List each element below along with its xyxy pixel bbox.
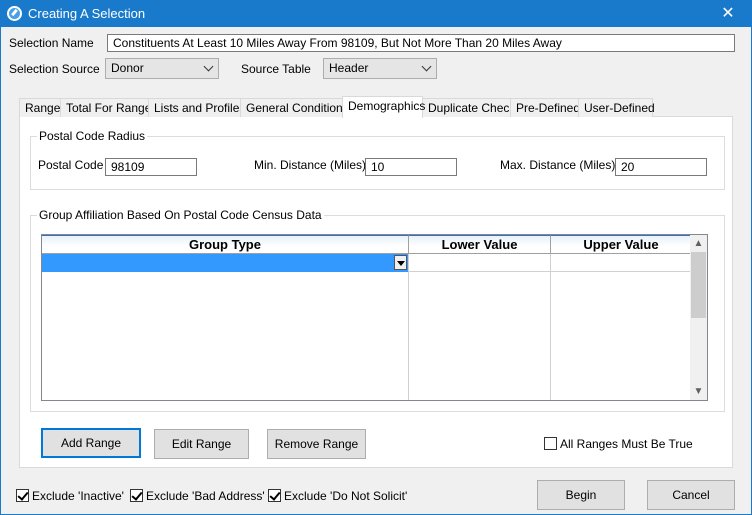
source-table-select[interactable]: Header	[323, 58, 437, 79]
max-distance-label: Max. Distance (Miles)	[500, 158, 616, 172]
selection-name-label: Selection Name	[9, 36, 94, 50]
tab-user-defined[interactable]: User-Defined	[578, 98, 655, 117]
grid-column-divider	[42, 254, 409, 400]
checkbox-checked-icon[interactable]	[16, 489, 29, 503]
postal-code-input[interactable]: 98109	[105, 158, 197, 176]
tab-range[interactable]: Range	[19, 98, 61, 117]
selection-name-input[interactable]: Constituents At Least 10 Miles Away From…	[107, 34, 735, 52]
min-distance-input[interactable]: 10	[365, 158, 457, 176]
grid-vertical-scrollbar[interactable]: ▲ ▼	[690, 235, 707, 400]
exclude-do-not-solicit-checkbox[interactable]: Exclude 'Do Not Solicit'	[268, 488, 407, 503]
selection-source-label: Selection Source	[9, 62, 100, 76]
app-icon	[7, 6, 22, 21]
begin-button[interactable]: Begin	[537, 480, 625, 510]
scroll-down-icon[interactable]: ▼	[690, 383, 707, 400]
column-header-group-type[interactable]: Group Type	[42, 235, 409, 254]
tab-general-conditions[interactable]: General Conditions	[240, 98, 349, 117]
grid-column-divider	[409, 254, 551, 400]
chevron-down-icon	[203, 61, 214, 72]
selection-dialog: Creating A Selection ✕ Selection Name Co…	[0, 0, 752, 515]
tab-total-for-range[interactable]: Total For Range	[60, 98, 151, 117]
chevron-down-icon	[421, 61, 432, 72]
checkbox-unchecked-icon[interactable]	[544, 437, 557, 451]
column-header-upper-value[interactable]: Upper Value	[551, 235, 692, 254]
selection-source-value: Donor	[111, 61, 144, 75]
exclude-bad-address-checkbox[interactable]: Exclude 'Bad Address'	[130, 488, 265, 503]
cancel-button[interactable]: Cancel	[647, 480, 735, 510]
scroll-up-icon[interactable]: ▲	[690, 235, 707, 252]
add-range-button[interactable]: Add Range	[41, 428, 141, 458]
tab-lists-and-profiles[interactable]: Lists and Profiles	[148, 98, 245, 117]
affiliation-group-title: Group Affiliation Based On Postal Code C…	[37, 208, 324, 222]
tab-duplicate-check[interactable]: Duplicate Check	[422, 98, 515, 117]
postal-code-label: Postal Code	[38, 158, 104, 172]
max-distance-input[interactable]: 20	[615, 158, 707, 176]
edit-range-button[interactable]: Edit Range	[154, 429, 249, 459]
min-distance-label: Min. Distance (Miles)	[254, 158, 367, 172]
column-header-lower-value[interactable]: Lower Value	[409, 235, 551, 254]
remove-range-button[interactable]: Remove Range	[267, 429, 366, 459]
title-bar: Creating A Selection ✕	[1, 1, 751, 27]
upper-value-cell[interactable]	[551, 254, 692, 272]
exclude-inactive-checkbox[interactable]: Exclude 'Inactive'	[16, 488, 124, 503]
window-title: Creating A Selection	[28, 6, 146, 21]
tab-pre-defined[interactable]: Pre-Defined	[510, 98, 580, 117]
postal-group-title: Postal Code Radius	[37, 129, 148, 143]
close-icon[interactable]: ✕	[705, 1, 751, 27]
checkbox-checked-icon[interactable]	[268, 489, 281, 503]
selection-source-select[interactable]: Donor	[105, 58, 219, 79]
group-affiliation-grid[interactable]: Group Type Lower Value Upper Value ▲ ▼	[41, 234, 708, 401]
all-ranges-checkbox[interactable]: All Ranges Must Be True	[544, 436, 693, 451]
scrollbar-thumb[interactable]	[691, 252, 706, 318]
source-table-value: Header	[329, 61, 369, 75]
checkbox-checked-icon[interactable]	[130, 489, 143, 503]
tab-demographics[interactable]: Demographics	[342, 96, 425, 118]
source-table-label: Source Table	[241, 62, 311, 76]
